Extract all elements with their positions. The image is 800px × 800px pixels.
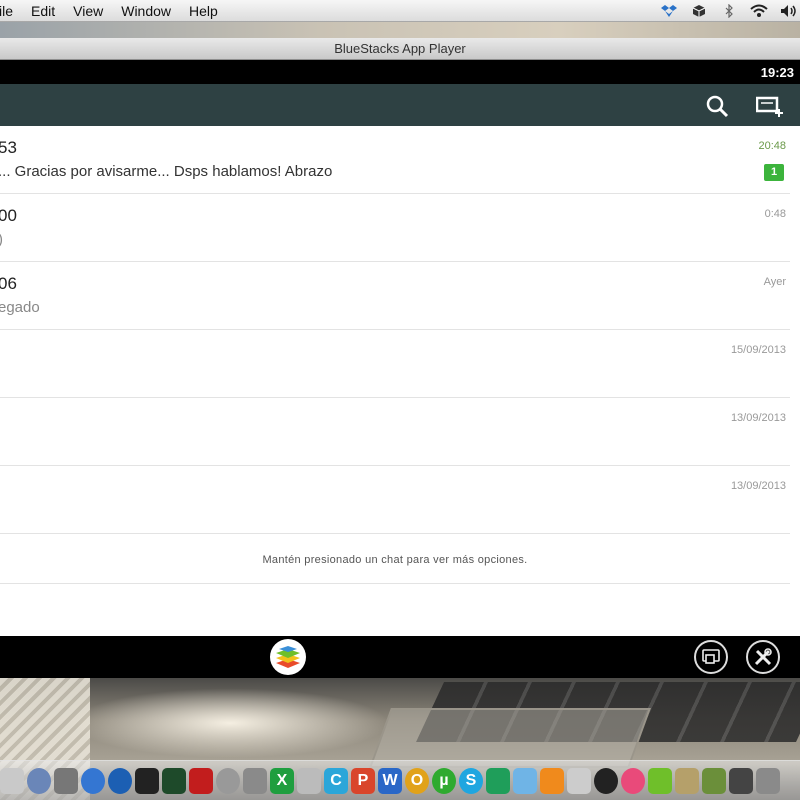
skype-icon[interactable]: S: [459, 767, 483, 794]
chat-row[interactable]: 15/09/2013: [0, 330, 790, 398]
calculator-icon[interactable]: [486, 767, 510, 794]
outlook-icon[interactable]: O: [405, 767, 429, 794]
bluestacks-home-icon[interactable]: [270, 639, 306, 675]
counter-strike-icon[interactable]: [729, 767, 753, 794]
word-icon[interactable]: W: [378, 767, 402, 794]
app-menu: ile Edit View Window Help: [0, 3, 218, 19]
chat-time: 13/09/2013: [730, 412, 786, 424]
activity-monitor-icon[interactable]: [162, 767, 186, 794]
chat-name: 53: [0, 138, 17, 157]
excel-icon[interactable]: X: [270, 767, 294, 794]
window-titlebar[interactable]: BlueStacks App Player: [0, 38, 800, 60]
media-player-icon[interactable]: [594, 767, 618, 794]
chat-name: 00: [0, 206, 17, 225]
wifi-icon[interactable]: [750, 2, 768, 20]
desktop-wallpaper-top: [0, 22, 800, 38]
screen-rotate-icon[interactable]: [694, 640, 728, 674]
new-chat-icon[interactable]: [756, 92, 784, 120]
utorrent-icon[interactable]: µ: [432, 767, 456, 794]
chat-last-message: egado: [0, 299, 40, 316]
utility-icon[interactable]: [54, 767, 78, 794]
menu-window[interactable]: Window: [121, 3, 171, 19]
chat-row[interactable]: 13/09/2013: [0, 398, 790, 466]
bluestacks-bottom-bar: [0, 636, 800, 678]
menu-help[interactable]: Help: [189, 3, 218, 19]
long-press-hint: Mantén presionado un chat para ver más o…: [0, 536, 790, 584]
menu-file[interactable]: ile: [0, 3, 13, 19]
chat-row[interactable]: 13/09/2013: [0, 466, 790, 534]
chat-time: 15/09/2013: [730, 344, 786, 356]
window-title: BlueStacks App Player: [334, 41, 466, 56]
vlc-icon[interactable]: [540, 767, 564, 794]
finder-icon[interactable]: [0, 767, 24, 794]
app-store-icon[interactable]: [108, 767, 132, 794]
safari-icon[interactable]: [81, 767, 105, 794]
powerpoint-icon[interactable]: P: [351, 767, 375, 794]
mac-dock: X C P W O µ S: [0, 760, 800, 800]
preview-icon[interactable]: [243, 767, 267, 794]
mail-icon[interactable]: [513, 767, 537, 794]
chat-time: Ayer: [763, 276, 786, 288]
volume-icon[interactable]: [780, 2, 798, 20]
keyboard-icon[interactable]: [567, 767, 591, 794]
action-bar: [0, 84, 800, 126]
chat-time: 20:48: [758, 140, 786, 152]
chat-row[interactable]: 53 ... Gracias por avisarme... Dsps habl…: [0, 126, 790, 194]
red-app-icon[interactable]: [189, 767, 213, 794]
chess-icon[interactable]: [702, 767, 726, 794]
game-icon[interactable]: [675, 767, 699, 794]
menu-view[interactable]: View: [73, 3, 103, 19]
menu-edit[interactable]: Edit: [31, 3, 55, 19]
c-app-icon[interactable]: C: [324, 767, 348, 794]
menubar-tray: [660, 0, 800, 22]
chat-row[interactable]: 00 ) 0:48: [0, 194, 790, 262]
system-icon[interactable]: [27, 767, 51, 794]
bluetooth-icon[interactable]: [720, 2, 738, 20]
bluestacks-dock-icon[interactable]: [648, 767, 672, 794]
chat-row[interactable]: 06 egado Ayer: [0, 262, 790, 330]
chat-time: 13/09/2013: [730, 480, 786, 492]
android-statusbar: 19:23: [0, 60, 800, 84]
chat-time: 0:48: [764, 208, 786, 220]
terminal-icon[interactable]: [135, 767, 159, 794]
chat-name: 06: [0, 274, 17, 293]
chat-last-message: ): [0, 231, 3, 248]
search-icon[interactable]: [703, 92, 731, 120]
trash-icon[interactable]: [756, 767, 780, 794]
disk-utility-icon[interactable]: [216, 767, 240, 794]
box-icon[interactable]: [690, 2, 708, 20]
document-icon[interactable]: [297, 767, 321, 794]
picasa-icon[interactable]: [621, 767, 645, 794]
unread-badge: 1: [764, 164, 784, 181]
chat-list: 53 ... Gracias por avisarme... Dsps habl…: [0, 126, 800, 636]
settings-tools-icon[interactable]: [746, 640, 780, 674]
status-clock: 19:23: [760, 65, 794, 80]
mac-menubar: ile Edit View Window Help: [0, 0, 800, 22]
dropbox-icon[interactable]: [660, 2, 678, 20]
chat-last-message: ... Gracias por avisarme... Dsps hablamo…: [0, 163, 333, 180]
